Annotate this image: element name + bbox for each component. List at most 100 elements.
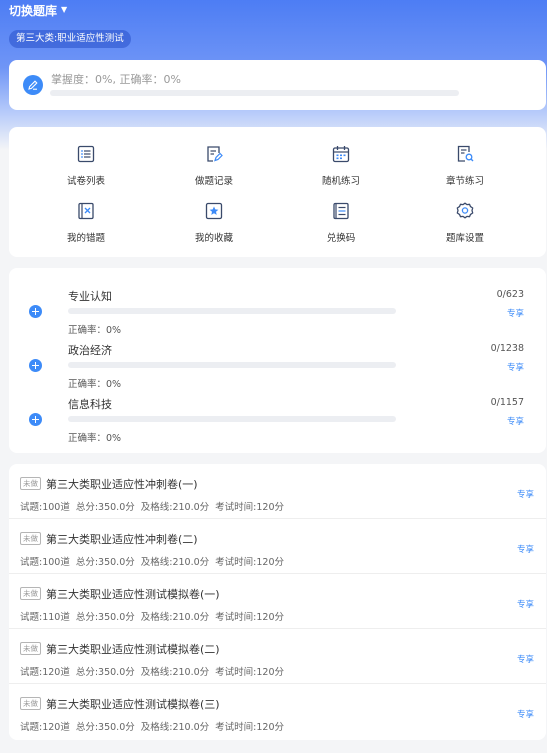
paper-pass-line: 及格线:210.0分 [140, 722, 210, 733]
menu-label: 随机练习 [321, 176, 360, 187]
menu-label: 题库设置 [445, 233, 484, 244]
caret-down-icon: ▼ [61, 5, 68, 14]
menu-item-chapter-practice[interactable]: 章节练习 [415, 144, 515, 196]
function-menu: 试卷列表 做题记录 随机练习 章节练习 我的错题 我的收藏 兑换码 题库设置 [9, 127, 546, 257]
mastery-card: 掌握度：0%, 正确率：0% [9, 60, 546, 110]
exclusive-tag: 专享 [516, 655, 534, 665]
paper-pass-line: 及格线:210.0分 [140, 502, 210, 513]
paper-question-count: 试题:110道 [20, 612, 70, 623]
paper-pass-line: 及格线:210.0分 [140, 557, 210, 568]
paper-row[interactable]: 未做 第三大类职业适应性测试模拟卷(一) 试题:110道 总分:350.0分 及格线… [9, 574, 546, 629]
chapter-count: 0/1157 [490, 397, 524, 408]
exclusive-tag: 专享 [516, 710, 534, 720]
paper-exam-time: 考试时间:120分 [215, 612, 284, 623]
exclusive-tag: 专享 [516, 490, 534, 500]
menu-item-random-practice[interactable]: 随机练习 [291, 144, 391, 196]
record-icon [207, 146, 223, 162]
switch-bank-button[interactable]: 切换题库 ▼ [9, 2, 67, 18]
chapter-name: 专业认知 [68, 290, 112, 303]
menu-item-my-favorites[interactable]: 我的收藏 [164, 201, 264, 253]
mastery-progress-bar [50, 90, 459, 96]
paper-status-badge: 未做 [20, 477, 41, 490]
paper-pass-line: 及格线:210.0分 [140, 667, 210, 678]
paper-title: 第三大类职业适应性测试模拟卷(三) [46, 698, 220, 711]
paper-status-badge: 未做 [20, 587, 41, 600]
menu-item-practice-record[interactable]: 做题记录 [164, 144, 264, 196]
paper-exam-time: 考试时间:120分 [215, 722, 284, 733]
menu-label: 试卷列表 [66, 176, 105, 187]
exclusive-tag: 专享 [516, 600, 534, 610]
paper-status-badge: 未做 [20, 697, 41, 710]
paper-total-score: 总分:350.0分 [75, 722, 135, 733]
exclusive-tag[interactable]: 专享 [507, 361, 524, 373]
menu-item-paper-list[interactable]: 试卷列表 [36, 144, 136, 196]
menu-label: 兑换码 [326, 233, 356, 244]
calendar-icon [332, 146, 350, 163]
chapter-row[interactable]: 信息科技 正确率：0% 0/1157 专享 [9, 397, 546, 454]
paper-title: 第三大类职业适应性冲刺卷(一) [46, 478, 198, 491]
pencil-icon [23, 75, 43, 95]
menu-label: 章节练习 [445, 176, 484, 187]
paper-title: 第三大类职业适应性冲刺卷(二) [46, 533, 198, 546]
expand-plus-icon[interactable] [29, 359, 42, 372]
paper-question-count: 试题:120道 [20, 667, 70, 678]
paper-meta: 试题:120道 总分:350.0分 及格线:210.0分 考试时间:120分 [20, 719, 290, 733]
paper-total-score: 总分:350.0分 [75, 612, 135, 623]
paper-question-count: 试题:120道 [20, 722, 70, 733]
exclusive-tag: 专享 [516, 545, 534, 555]
chapter-progress-bar [68, 308, 396, 314]
menu-item-bank-settings[interactable]: 题库设置 [415, 201, 515, 253]
paper-total-score: 总分:350.0分 [75, 557, 135, 568]
exclusive-tag[interactable]: 专享 [507, 415, 524, 427]
paper-exam-time: 考试时间:120分 [215, 667, 284, 678]
paper-question-count: 试题:100道 [20, 502, 70, 513]
expand-plus-icon[interactable] [29, 305, 42, 318]
wrong-book-icon [78, 202, 94, 220]
current-bank-badge: 第三大类:职业适应性测试 [9, 30, 131, 48]
paper-question-count: 试题:100道 [20, 557, 70, 568]
paper-title: 第三大类职业适应性测试模拟卷(二) [46, 643, 220, 656]
paper-pass-line: 及格线:210.0分 [140, 612, 210, 623]
chapter-name: 政治经济 [68, 344, 112, 357]
menu-label: 我的错题 [66, 233, 105, 244]
chapter-count: 0/623 [496, 289, 524, 300]
chapter-list: 专业认知 正确率：0% 0/623 专享 政治经济 正确率：0% 0/1238 … [9, 268, 546, 453]
chapter-progress-bar [68, 362, 396, 368]
code-icon [333, 202, 349, 220]
paper-row[interactable]: 未做 第三大类职业适应性测试模拟卷(二) 试题:120道 总分:350.0分 及格线… [9, 629, 546, 684]
exclusive-tag[interactable]: 专享 [507, 307, 524, 319]
paper-total-score: 总分:350.0分 [75, 502, 135, 513]
paper-title: 第三大类职业适应性测试模拟卷(一) [46, 588, 220, 601]
search-doc-icon [457, 145, 474, 162]
chapter-accuracy: 正确率：0% [68, 379, 122, 390]
paper-exam-time: 考试时间:120分 [215, 557, 284, 568]
chapter-progress-bar [68, 416, 396, 422]
chapter-name: 信息科技 [68, 398, 112, 411]
paper-exam-time: 考试时间:120分 [215, 502, 284, 513]
list-icon [77, 145, 95, 163]
menu-item-wrong-questions[interactable]: 我的错题 [36, 201, 136, 253]
chapter-accuracy: 正确率：0% [68, 325, 122, 336]
paper-row[interactable]: 未做 第三大类职业适应性冲刺卷(一) 试题:100道 总分:350.0分 及格线:2… [9, 464, 546, 519]
chapter-accuracy: 正确率：0% [68, 433, 122, 444]
paper-total-score: 总分:350.0分 [75, 667, 135, 678]
paper-row[interactable]: 未做 第三大类职业适应性冲刺卷(二) 试题:100道 总分:350.0分 及格线:2… [9, 519, 546, 574]
menu-item-redeem-code[interactable]: 兑换码 [291, 201, 391, 253]
paper-meta: 试题:110道 总分:350.0分 及格线:210.0分 考试时间:120分 [20, 609, 290, 623]
paper-meta: 试题:120道 总分:350.0分 及格线:210.0分 考试时间:120分 [20, 664, 290, 678]
paper-list: 未做 第三大类职业适应性冲刺卷(一) 试题:100道 总分:350.0分 及格线:2… [9, 464, 546, 740]
gear-icon [456, 202, 474, 219]
star-icon [205, 202, 223, 220]
chapter-row[interactable]: 政治经济 正确率：0% 0/1238 专享 [9, 343, 546, 400]
paper-status-badge: 未做 [20, 642, 41, 655]
menu-label: 做题记录 [194, 176, 233, 187]
menu-label: 我的收藏 [194, 233, 233, 244]
paper-row[interactable]: 未做 第三大类职业适应性测试模拟卷(三) 试题:120道 总分:350.0分 及格线… [9, 684, 546, 739]
switch-bank-label: 切换题库 [9, 3, 58, 18]
chapter-count: 0/1238 [490, 343, 524, 354]
paper-status-badge: 未做 [20, 532, 41, 545]
paper-meta: 试题:100道 总分:350.0分 及格线:210.0分 考试时间:120分 [20, 554, 290, 568]
chapter-row[interactable]: 专业认知 正确率：0% 0/623 专享 [9, 289, 546, 346]
paper-meta: 试题:100道 总分:350.0分 及格线:210.0分 考试时间:120分 [20, 499, 290, 513]
expand-plus-icon[interactable] [29, 413, 42, 426]
